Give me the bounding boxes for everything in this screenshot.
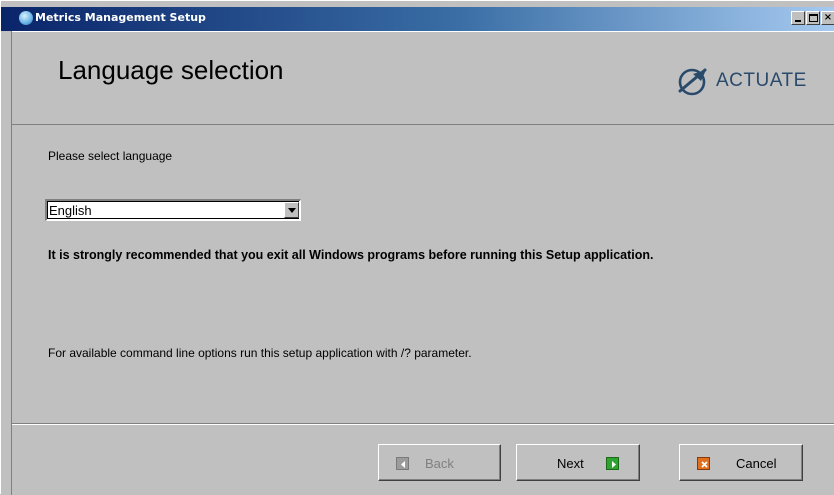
cancel-x-icon [697,457,710,470]
cancel-button-label: Cancel [736,456,777,471]
title-bar[interactable]: Metrics Management Setup × [1,7,834,31]
button-bar: Back Next Cancel [11,423,834,495]
back-arrow-icon [396,457,409,470]
close-icon: × [823,12,833,23]
minimize-icon [795,20,801,22]
logo-text: ACTUATE [716,70,807,91]
header-highlight [12,31,834,32]
actuate-logo: ACTUATE [672,61,834,101]
back-button[interactable]: Back [378,444,501,481]
select-language-prompt: Please select language [48,149,173,163]
next-button-label: Next [557,456,584,471]
header-panel: Language selection ACTUATE [11,31,834,125]
close-button[interactable]: × [821,11,834,25]
next-button[interactable]: Next [516,444,640,481]
window-title: Metrics Management Setup [35,11,206,24]
page-title: Language selection [58,55,284,85]
setup-app-icon [19,11,33,25]
cancel-button[interactable]: Cancel [679,444,803,481]
setup-window: Metrics Management Setup × Language sele… [0,0,834,495]
command-line-note: For available command line options run t… [48,346,472,360]
maximize-button[interactable] [806,11,820,25]
content-panel: Please select language English It is str… [11,125,834,423]
footer-highlight [12,424,834,425]
language-select[interactable]: English [45,199,301,221]
warning-text: It is strongly recommended that you exit… [48,248,654,262]
chevron-down-icon [288,208,296,213]
language-select-value: English [49,203,92,218]
next-arrow-icon [606,457,619,470]
dropdown-button[interactable] [284,202,299,218]
actuate-logo-icon [678,68,707,96]
maximize-icon [809,14,818,22]
minimize-button[interactable] [791,11,805,25]
back-button-label: Back [425,456,454,471]
